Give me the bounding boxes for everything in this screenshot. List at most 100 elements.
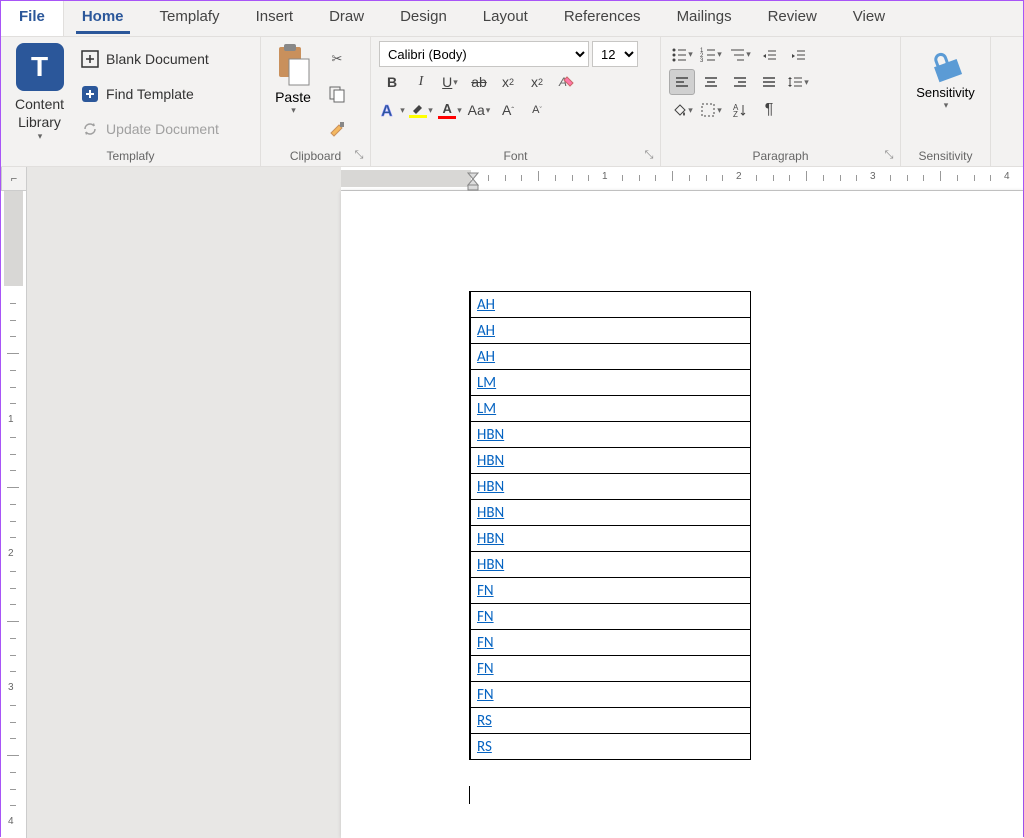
table-row[interactable]: AH <box>470 318 750 344</box>
table-row[interactable]: LM <box>470 396 750 422</box>
table-row[interactable]: RS <box>470 734 750 760</box>
table-row[interactable]: HBN <box>470 448 750 474</box>
tab-design[interactable]: Design <box>382 1 465 36</box>
decrease-indent-button[interactable] <box>756 41 782 67</box>
table-row[interactable]: AH <box>470 344 750 370</box>
table-row[interactable]: FN <box>470 604 750 630</box>
cell-link[interactable]: HBN <box>477 504 504 522</box>
cell-link[interactable]: LM <box>477 374 496 392</box>
cell-link[interactable]: HBN <box>477 530 504 548</box>
cell-link[interactable]: FN <box>477 582 494 600</box>
subscript-button[interactable]: x2 <box>495 69 521 95</box>
line-spacing-button[interactable]: ▾ <box>785 69 811 95</box>
format-painter-button[interactable] <box>325 117 349 141</box>
align-left-icon <box>674 74 690 90</box>
underline-button[interactable]: U▾ <box>437 69 463 95</box>
increase-indent-button[interactable] <box>785 41 811 67</box>
justify-button[interactable] <box>756 69 782 95</box>
show-marks-button[interactable]: ¶ <box>756 97 782 123</box>
table-row[interactable]: RS <box>470 708 750 734</box>
indent-marker-icon[interactable] <box>467 167 479 191</box>
font-name-combo[interactable]: Calibri (Body) <box>379 41 589 67</box>
strikethrough-button[interactable]: ab <box>466 69 492 95</box>
align-left-button[interactable] <box>669 69 695 95</box>
table-row[interactable]: HBN <box>470 422 750 448</box>
tab-references[interactable]: References <box>546 1 659 36</box>
tab-draw[interactable]: Draw <box>311 1 382 36</box>
templafy-t-icon: T <box>16 43 64 91</box>
text-effects-button[interactable]: A▾ <box>379 97 405 123</box>
cell-link[interactable]: RS <box>477 738 492 756</box>
shading-button[interactable]: ▾ <box>669 97 695 123</box>
highlight-button[interactable]: ▾ <box>408 97 434 123</box>
cell-link[interactable]: RS <box>477 712 492 730</box>
tab-review[interactable]: Review <box>750 1 835 36</box>
cell-link[interactable]: HBN <box>477 426 504 444</box>
copy-button[interactable] <box>325 82 349 106</box>
table-row[interactable]: AH <box>470 292 750 318</box>
table-row[interactable]: HBN <box>470 526 750 552</box>
sort-button[interactable]: AZ <box>727 97 753 123</box>
multilevel-list-button[interactable]: ▾ <box>727 41 753 67</box>
bold-button[interactable]: B <box>379 69 405 95</box>
cell-link[interactable]: FN <box>477 686 494 704</box>
change-case-button[interactable]: Aa▾ <box>466 97 492 123</box>
cell-link[interactable]: HBN <box>477 478 504 496</box>
find-template-button[interactable]: Find Template <box>76 81 223 107</box>
sensitivity-button[interactable]: Sensitivity ▾ <box>916 41 975 146</box>
chevron-down-icon: ▾ <box>944 100 949 111</box>
clipboard-dialog-launcher[interactable]: ⤡ <box>352 149 366 163</box>
table-row[interactable]: LM <box>470 370 750 396</box>
table-row[interactable]: FN <box>470 578 750 604</box>
font-size-combo[interactable]: 12 <box>592 41 638 67</box>
tab-layout[interactable]: Layout <box>465 1 546 36</box>
cut-button[interactable]: ✂ <box>325 47 349 71</box>
cell-link[interactable]: AH <box>477 322 495 340</box>
table-row[interactable]: HBN <box>470 552 750 578</box>
group-font: Calibri (Body) 12 B I U▾ ab x2 x2 A A▾ ▾ <box>371 37 661 166</box>
sort-icon: AZ <box>732 102 748 118</box>
cell-link[interactable]: HBN <box>477 452 504 470</box>
paste-button[interactable]: Paste ▾ <box>269 41 317 146</box>
borders-button[interactable]: ▾ <box>698 97 724 123</box>
font-dialog-launcher[interactable]: ⤡ <box>642 149 656 163</box>
table-row[interactable]: FN <box>470 656 750 682</box>
blank-document-button[interactable]: Blank Document <box>76 46 223 72</box>
cell-link[interactable]: FN <box>477 634 494 652</box>
chevron-down-icon: ▾ <box>38 131 43 142</box>
cell-link[interactable]: FN <box>477 660 494 678</box>
tab-templafy[interactable]: Templafy <box>142 1 238 36</box>
cell-link[interactable]: AH <box>477 348 495 366</box>
document-table[interactable]: AH AH AH LM LM HBN HBN HBN HBN HBN HBN FN FN FN FN FN RS… <box>469 291 751 760</box>
font-color-button[interactable]: A▾ <box>437 97 463 123</box>
horizontal-ruler[interactable]: 1234 <box>341 167 1023 191</box>
table-row[interactable]: FN <box>470 630 750 656</box>
cell-link[interactable]: FN <box>477 608 494 626</box>
sensitivity-icon <box>926 45 966 85</box>
document-page[interactable]: AH AH AH LM LM HBN HBN HBN HBN HBN HBN FN FN FN FN FN RS… <box>341 191 1023 838</box>
table-row[interactable]: FN <box>470 682 750 708</box>
tab-file[interactable]: File <box>1 1 64 36</box>
tab-view[interactable]: View <box>835 1 903 36</box>
cell-link[interactable]: AH <box>477 296 495 314</box>
vertical-ruler[interactable]: 1234 <box>1 191 27 838</box>
superscript-button[interactable]: x2 <box>524 69 550 95</box>
table-row[interactable]: HBN <box>470 474 750 500</box>
table-row[interactable]: HBN <box>470 500 750 526</box>
align-right-button[interactable] <box>727 69 753 95</box>
shrink-font-button[interactable]: Aˇ <box>524 97 550 123</box>
align-center-icon <box>703 74 719 90</box>
cell-link[interactable]: HBN <box>477 556 504 574</box>
clear-formatting-button[interactable]: A <box>553 69 579 95</box>
paragraph-dialog-launcher[interactable]: ⤡ <box>882 149 896 163</box>
numbering-button[interactable]: 123▾ <box>698 41 724 67</box>
align-center-button[interactable] <box>698 69 724 95</box>
tab-home[interactable]: Home <box>64 1 142 36</box>
tab-insert[interactable]: Insert <box>238 1 312 36</box>
cell-link[interactable]: LM <box>477 400 496 418</box>
bullets-button[interactable]: ▾ <box>669 41 695 67</box>
tab-mailings[interactable]: Mailings <box>659 1 750 36</box>
content-library-button[interactable]: T Content Library ▾ <box>9 41 70 146</box>
italic-button[interactable]: I <box>408 69 434 95</box>
grow-font-button[interactable]: Aˆ <box>495 97 521 123</box>
